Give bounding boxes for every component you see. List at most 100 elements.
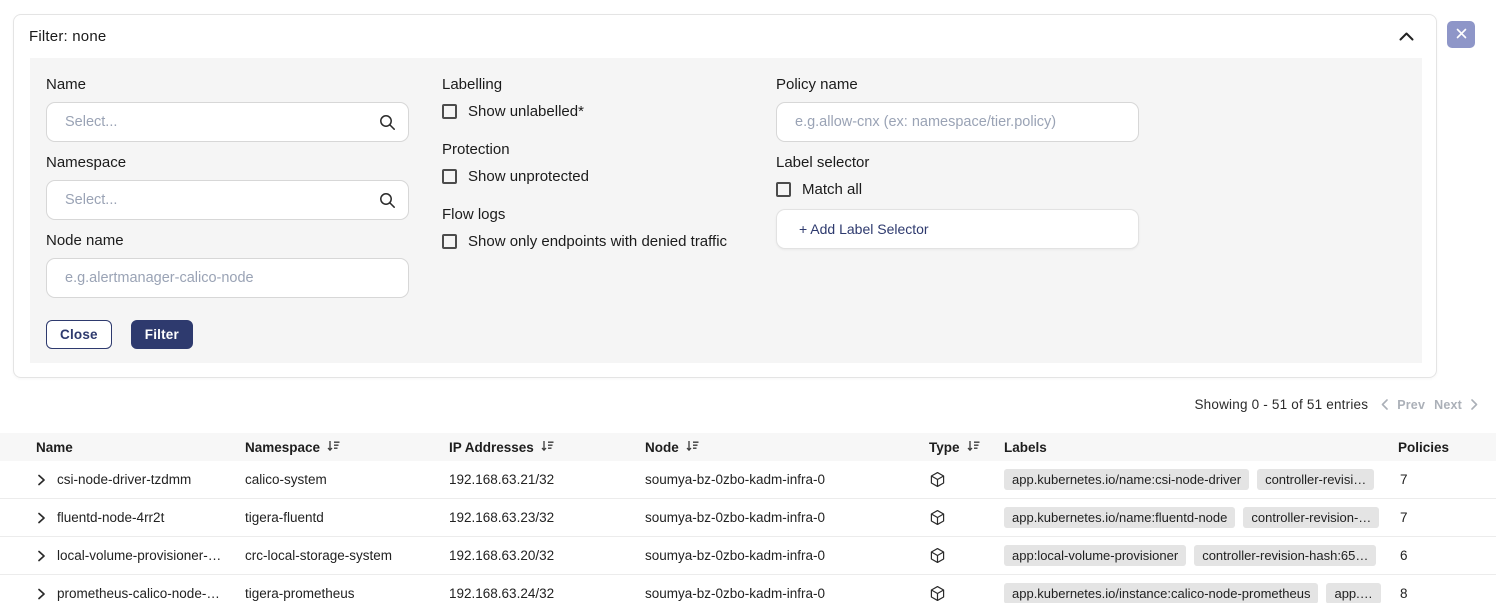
table-body: csi-node-driver-tzdmm calico-system 192.… [0,461,1496,603]
policy-name-field [776,102,1139,142]
sort-icon [967,440,980,455]
pod-icon [929,547,946,564]
endpoint-ip: 192.168.63.21/32 [449,472,554,487]
filter-button[interactable]: Filter [131,320,193,349]
column-header-name: Name [0,440,245,455]
endpoint-labels: app.kubernetes.io/instance:calico-node-p… [1004,583,1398,603]
chevron-up-icon [1399,29,1414,44]
name-select [46,102,409,142]
sort-icon [327,440,340,455]
entries-summary: Showing 0 - 51 of 51 entries [1194,397,1368,412]
pagination: Showing 0 - 51 of 51 entries Prev Next [1194,397,1478,412]
label-chip: app.kubernetes.io/instance:calico-node-p… [1004,583,1318,603]
endpoints-table: Name Namespace IP Addresses Node Type La… [0,433,1496,603]
filter-panel: Filter: none Name Namespace [13,14,1437,378]
label-chip: app.kubernetes.io/name:csi-node-driver [1004,469,1249,490]
policy-name-field-label: Policy name [776,76,858,93]
sort-icon [686,440,699,455]
label-chip: app.kubernetes.io/name:fluentd-node [1004,507,1235,528]
column-header-policies: Policies [1398,440,1496,455]
table-row[interactable]: local-volume-provisioner-… crc-local-sto… [0,537,1496,575]
name-field-label: Name [46,76,86,93]
endpoint-labels: app.kubernetes.io/name:csi-node-driverco… [1004,469,1398,490]
show-unlabelled-checkbox[interactable]: Show unlabelled* [442,103,584,120]
table-row[interactable]: fluentd-node-4rr2t tigera-fluentd 192.16… [0,499,1496,537]
endpoint-policies: 7 [1400,510,1408,525]
expand-row-chevron-icon[interactable] [37,474,46,486]
node-name-field [46,258,409,298]
endpoint-name: csi-node-driver-tzdmm [57,472,191,487]
show-denied-traffic-checkbox[interactable]: Show only endpoints with denied traffic [442,233,727,250]
label-selector-section-label: Label selector [776,154,869,171]
label-chip: controller-revision-… [1243,507,1379,528]
endpoint-node: soumya-bz-0zbo-kadm-infra-0 [645,548,825,563]
endpoint-ip: 192.168.63.23/32 [449,510,554,525]
flow-logs-section-label: Flow logs [442,206,505,223]
next-page-button[interactable]: Next [1434,398,1462,412]
chevron-left-icon[interactable] [1381,399,1388,410]
chevron-right-icon[interactable] [1471,399,1478,410]
endpoint-namespace: calico-system [245,472,327,487]
endpoint-namespace: tigera-prometheus [245,586,355,601]
collapse-filter-button[interactable] [1395,27,1418,46]
column-header-ip-addresses[interactable]: IP Addresses [449,440,645,455]
match-all-label: Match all [802,181,862,198]
column-header-node[interactable]: Node [645,440,929,455]
expand-row-chevron-icon[interactable] [37,512,46,524]
endpoint-policies: 7 [1400,472,1408,487]
namespace-select [46,180,409,220]
endpoint-ip: 192.168.63.20/32 [449,548,554,563]
checkbox-icon [442,234,457,249]
label-chip: app.… [1326,583,1380,603]
endpoint-policies: 6 [1400,548,1408,563]
pod-icon [929,585,946,602]
column-header-namespace[interactable]: Namespace [245,440,449,455]
filter-panel-header: Filter: none [14,15,1436,58]
namespace-field-label: Namespace [46,154,126,171]
table-row[interactable]: prometheus-calico-node-… tigera-promethe… [0,575,1496,603]
expand-row-chevron-icon[interactable] [37,588,46,600]
node-field-label: Node name [46,232,124,249]
table-row[interactable]: csi-node-driver-tzdmm calico-system 192.… [0,461,1496,499]
label-chip: app:local-volume-provisioner [1004,545,1186,566]
pod-icon [929,471,946,488]
endpoint-labels: app:local-volume-provisioner controller-r… [1004,545,1398,566]
node-name-input[interactable] [46,258,409,298]
filter-form: Name Namespace Node name [30,58,1422,363]
table-header-row: Name Namespace IP Addresses Node Type La… [0,433,1496,461]
expand-row-chevron-icon[interactable] [37,550,46,562]
checkbox-icon [442,169,457,184]
match-all-checkbox[interactable]: Match all [776,181,862,198]
namespace-select-input[interactable] [46,180,409,220]
endpoint-name: fluentd-node-4rr2t [57,510,164,525]
endpoint-node: soumya-bz-0zbo-kadm-infra-0 [645,472,825,487]
add-label-selector-button[interactable]: + Add Label Selector [776,209,1139,249]
checkbox-icon [776,182,791,197]
labelling-section-label: Labelling [442,76,502,93]
protection-section-label: Protection [442,141,510,158]
show-unlabelled-label: Show unlabelled* [468,103,584,120]
policy-name-input[interactable] [776,102,1139,142]
show-unprotected-checkbox[interactable]: Show unprotected [442,168,589,185]
show-denied-traffic-label: Show only endpoints with denied traffic [468,233,727,250]
endpoint-policies: 8 [1400,586,1408,601]
label-chip: controller-revision-hash:65… [1194,545,1376,566]
endpoint-node: soumya-bz-0zbo-kadm-infra-0 [645,510,825,525]
endpoint-labels: app.kubernetes.io/name:fluentd-node contr… [1004,507,1398,528]
endpoint-ip: 192.168.63.24/32 [449,586,554,601]
column-header-type[interactable]: Type [929,440,1004,455]
endpoints-page: Filter: none Name Namespace [0,0,1496,603]
endpoint-name: local-volume-provisioner-… [57,548,221,563]
close-icon [1456,27,1467,42]
endpoint-namespace: crc-local-storage-system [245,548,392,563]
close-button[interactable]: Close [46,320,112,349]
prev-page-button[interactable]: Prev [1397,398,1425,412]
endpoint-namespace: tigera-fluentd [245,510,324,525]
filter-title: Filter: none [29,28,106,45]
name-select-input[interactable] [46,102,409,142]
checkbox-icon [442,104,457,119]
close-page-button[interactable] [1447,21,1475,48]
show-unprotected-label: Show unprotected [468,168,589,185]
endpoint-node: soumya-bz-0zbo-kadm-infra-0 [645,586,825,601]
pod-icon [929,509,946,526]
